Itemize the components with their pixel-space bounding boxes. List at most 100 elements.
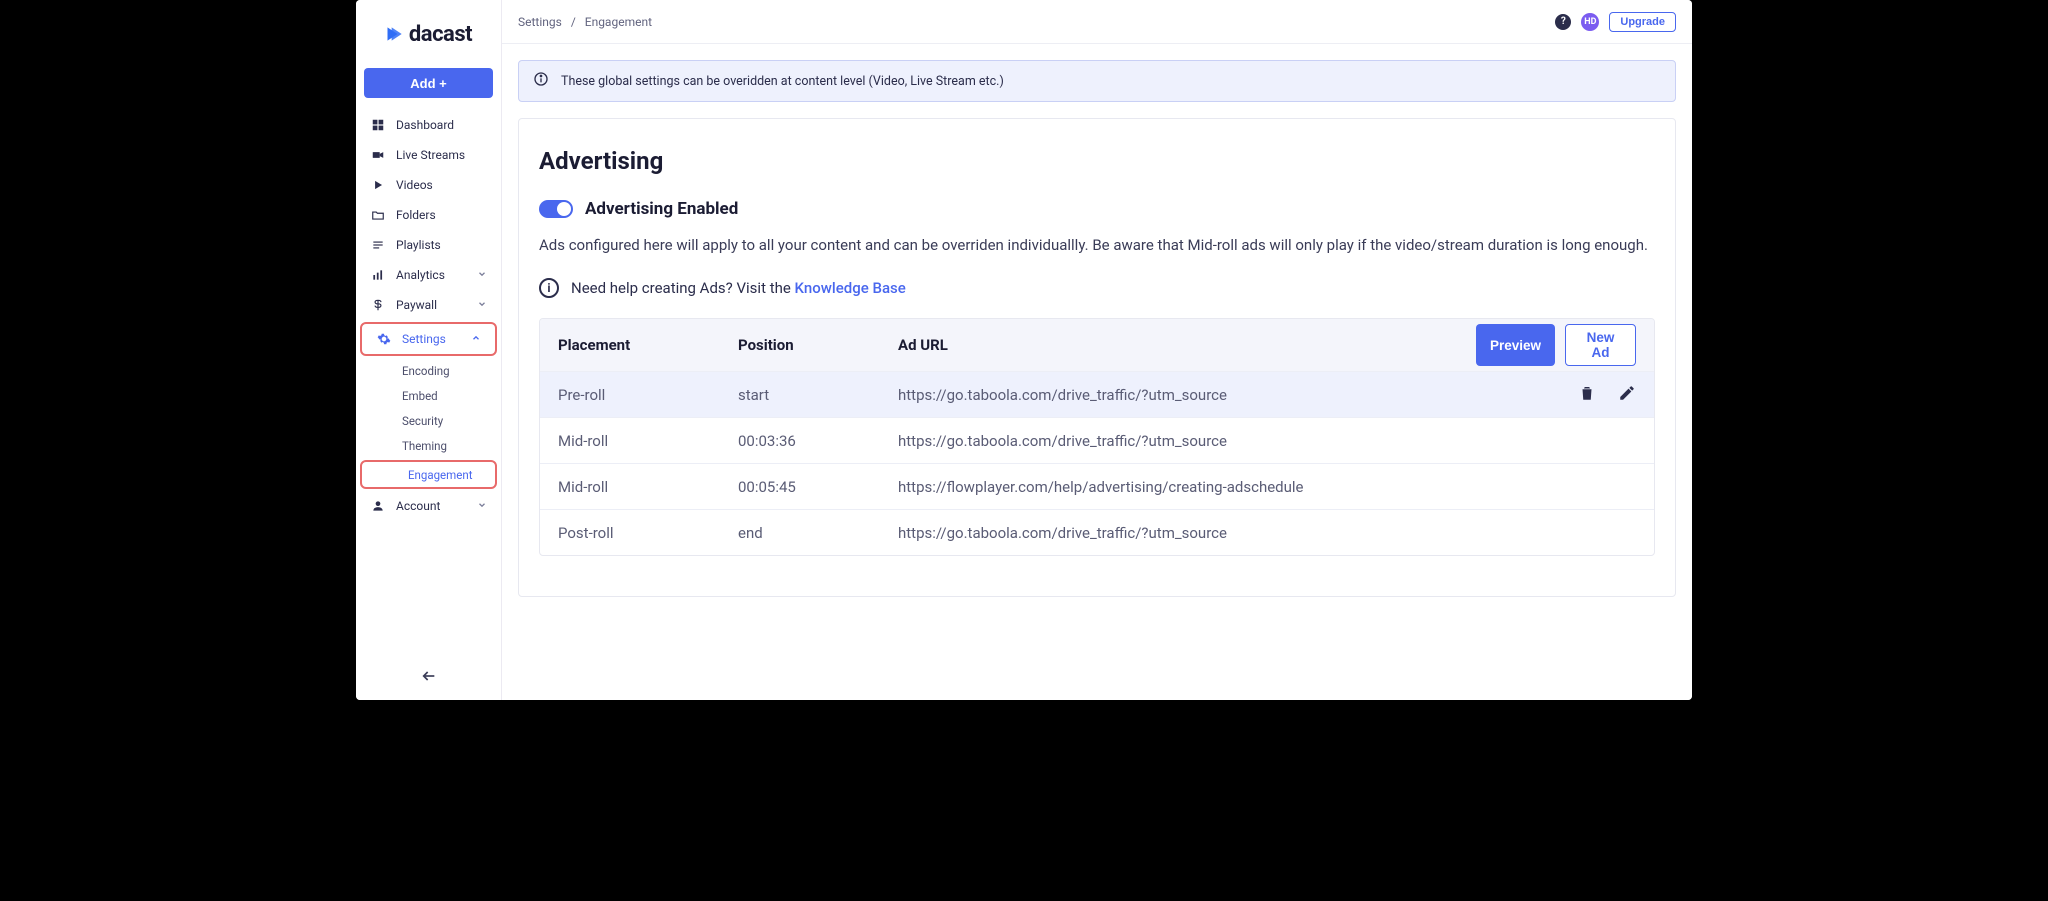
sidebar-item-analytics[interactable]: Analytics xyxy=(356,260,501,290)
sidebar-item-label: Paywall xyxy=(396,298,437,312)
avatar[interactable]: HD xyxy=(1581,13,1599,31)
topbar: Settings / Engagement ? HD Upgrade xyxy=(502,0,1692,44)
cell-placement: Mid-roll xyxy=(558,478,738,496)
sub-item-label: Encoding xyxy=(402,364,450,378)
sidebar-item-label: Settings xyxy=(402,332,446,346)
chevron-down-icon xyxy=(477,268,487,282)
table-row[interactable]: Pre-rollstarthttps://go.taboola.com/driv… xyxy=(540,371,1654,417)
sub-item-label: Engagement xyxy=(408,468,472,482)
info-banner-text: These global settings can be overidden a… xyxy=(561,74,1004,89)
sidebar-item-label: Live Streams xyxy=(396,148,465,162)
table-body: Pre-rollstarthttps://go.taboola.com/driv… xyxy=(540,371,1654,555)
add-button[interactable]: Add + xyxy=(364,68,493,98)
new-ad-button[interactable]: New Ad xyxy=(1565,324,1636,366)
col-placement: Placement xyxy=(558,336,738,354)
sidebar-item-label: Videos xyxy=(396,178,433,192)
sidebar-item-live-streams[interactable]: Live Streams xyxy=(356,140,501,170)
sidebar-item-label: Playlists xyxy=(396,238,441,252)
brand-arrow-icon xyxy=(385,24,405,44)
sub-item-engagement[interactable]: Engagement xyxy=(362,462,495,487)
sub-item-label: Embed xyxy=(402,389,438,403)
brand-name: dacast xyxy=(409,22,472,47)
advertising-toggle[interactable] xyxy=(539,200,573,218)
page-title: Advertising xyxy=(539,147,1655,175)
cell-url: https://go.taboola.com/drive_traffic/?ut… xyxy=(898,524,1476,542)
col-url: Ad URL xyxy=(898,336,1476,354)
cell-url: https://flowplayer.com/help/advertising/… xyxy=(898,478,1476,496)
sidebar-item-videos[interactable]: Videos xyxy=(356,170,501,200)
chevron-up-icon xyxy=(471,332,481,346)
brand-logo: dacast xyxy=(356,0,501,68)
sidebar-item-folders[interactable]: Folders xyxy=(356,200,501,230)
knowledge-base-link[interactable]: Knowledge Base xyxy=(795,279,906,297)
help-row: i Need help creating Ads? Visit the Know… xyxy=(539,278,1655,298)
cell-position: end xyxy=(738,524,898,542)
collapse-sidebar-button[interactable] xyxy=(356,668,501,688)
folder-icon xyxy=(370,207,386,223)
breadcrumb-sep: / xyxy=(571,15,576,29)
info-icon xyxy=(533,71,549,91)
sidebar-item-dashboard[interactable]: Dashboard xyxy=(356,110,501,140)
settings-highlight: Settings xyxy=(360,322,497,356)
advertising-description: Ads configured here will apply to all yo… xyxy=(539,235,1655,256)
cell-url: https://go.taboola.com/drive_traffic/?ut… xyxy=(898,432,1476,450)
sub-item-encoding[interactable]: Encoding xyxy=(356,358,501,383)
help-prefix: Need help creating Ads? Visit the xyxy=(571,279,795,297)
nav-list: Dashboard Live Streams Videos Folders xyxy=(356,110,501,521)
col-position: Position xyxy=(738,336,898,354)
playlist-icon xyxy=(370,237,386,253)
analytics-icon xyxy=(370,267,386,283)
sub-item-label: Theming xyxy=(402,439,447,453)
user-icon xyxy=(370,498,386,514)
row-actions xyxy=(1476,384,1636,406)
delete-icon[interactable] xyxy=(1578,384,1596,406)
camera-icon xyxy=(370,147,386,163)
sidebar-item-label: Account xyxy=(396,499,440,513)
sidebar-item-paywall[interactable]: Paywall xyxy=(356,290,501,320)
cell-placement: Pre-roll xyxy=(558,386,738,404)
main: Settings / Engagement ? HD Upgrade These… xyxy=(502,0,1692,700)
sidebar-item-settings[interactable]: Settings xyxy=(362,324,495,354)
engagement-highlight: Engagement xyxy=(360,460,497,489)
chevron-down-icon xyxy=(477,499,487,513)
cell-url: https://go.taboola.com/drive_traffic/?ut… xyxy=(898,386,1476,404)
app-window: dacast Add + Dashboard Live Streams Vi xyxy=(356,0,1692,700)
content: These global settings can be overidden a… xyxy=(502,44,1692,700)
help-button[interactable]: ? xyxy=(1555,14,1571,30)
cell-position: 00:05:45 xyxy=(738,478,898,496)
sidebar-item-label: Analytics xyxy=(396,268,445,282)
sub-item-label: Security xyxy=(402,414,443,428)
sub-item-security[interactable]: Security xyxy=(356,408,501,433)
sub-item-theming[interactable]: Theming xyxy=(356,433,501,458)
cell-position: start xyxy=(738,386,898,404)
table-row[interactable]: Mid-roll00:05:45https://flowplayer.com/h… xyxy=(540,463,1654,509)
sub-item-embed[interactable]: Embed xyxy=(356,383,501,408)
cell-placement: Mid-roll xyxy=(558,432,738,450)
info-banner: These global settings can be overidden a… xyxy=(518,60,1676,102)
advertising-toggle-label: Advertising Enabled xyxy=(585,199,738,219)
gear-icon xyxy=(376,331,392,347)
settings-sub-nav: Encoding Embed Security Theming Engageme… xyxy=(356,358,501,489)
sidebar: dacast Add + Dashboard Live Streams Vi xyxy=(356,0,502,700)
advertising-toggle-row: Advertising Enabled xyxy=(539,199,1655,219)
cell-placement: Post-roll xyxy=(558,524,738,542)
cell-position: 00:03:36 xyxy=(738,432,898,450)
dashboard-icon xyxy=(370,117,386,133)
advertising-card: Advertising Advertising Enabled Ads conf… xyxy=(518,118,1676,597)
sidebar-item-account[interactable]: Account xyxy=(356,491,501,521)
play-icon xyxy=(370,177,386,193)
breadcrumb-settings[interactable]: Settings xyxy=(518,15,562,29)
sidebar-item-label: Dashboard xyxy=(396,118,454,132)
help-text: Need help creating Ads? Visit the Knowle… xyxy=(571,279,906,297)
breadcrumb: Settings / Engagement xyxy=(518,15,652,29)
preview-button[interactable]: Preview xyxy=(1476,324,1555,366)
upgrade-button[interactable]: Upgrade xyxy=(1609,12,1676,32)
ads-table: Placement Position Ad URL Preview New Ad… xyxy=(539,318,1655,556)
sidebar-item-playlists[interactable]: Playlists xyxy=(356,230,501,260)
table-row[interactable]: Post-rollendhttps://go.taboola.com/drive… xyxy=(540,509,1654,555)
breadcrumb-engagement: Engagement xyxy=(585,15,652,29)
edit-icon[interactable] xyxy=(1618,384,1636,406)
chevron-down-icon xyxy=(477,298,487,312)
table-row[interactable]: Mid-roll00:03:36https://go.taboola.com/d… xyxy=(540,417,1654,463)
sidebar-item-label: Folders xyxy=(396,208,436,222)
